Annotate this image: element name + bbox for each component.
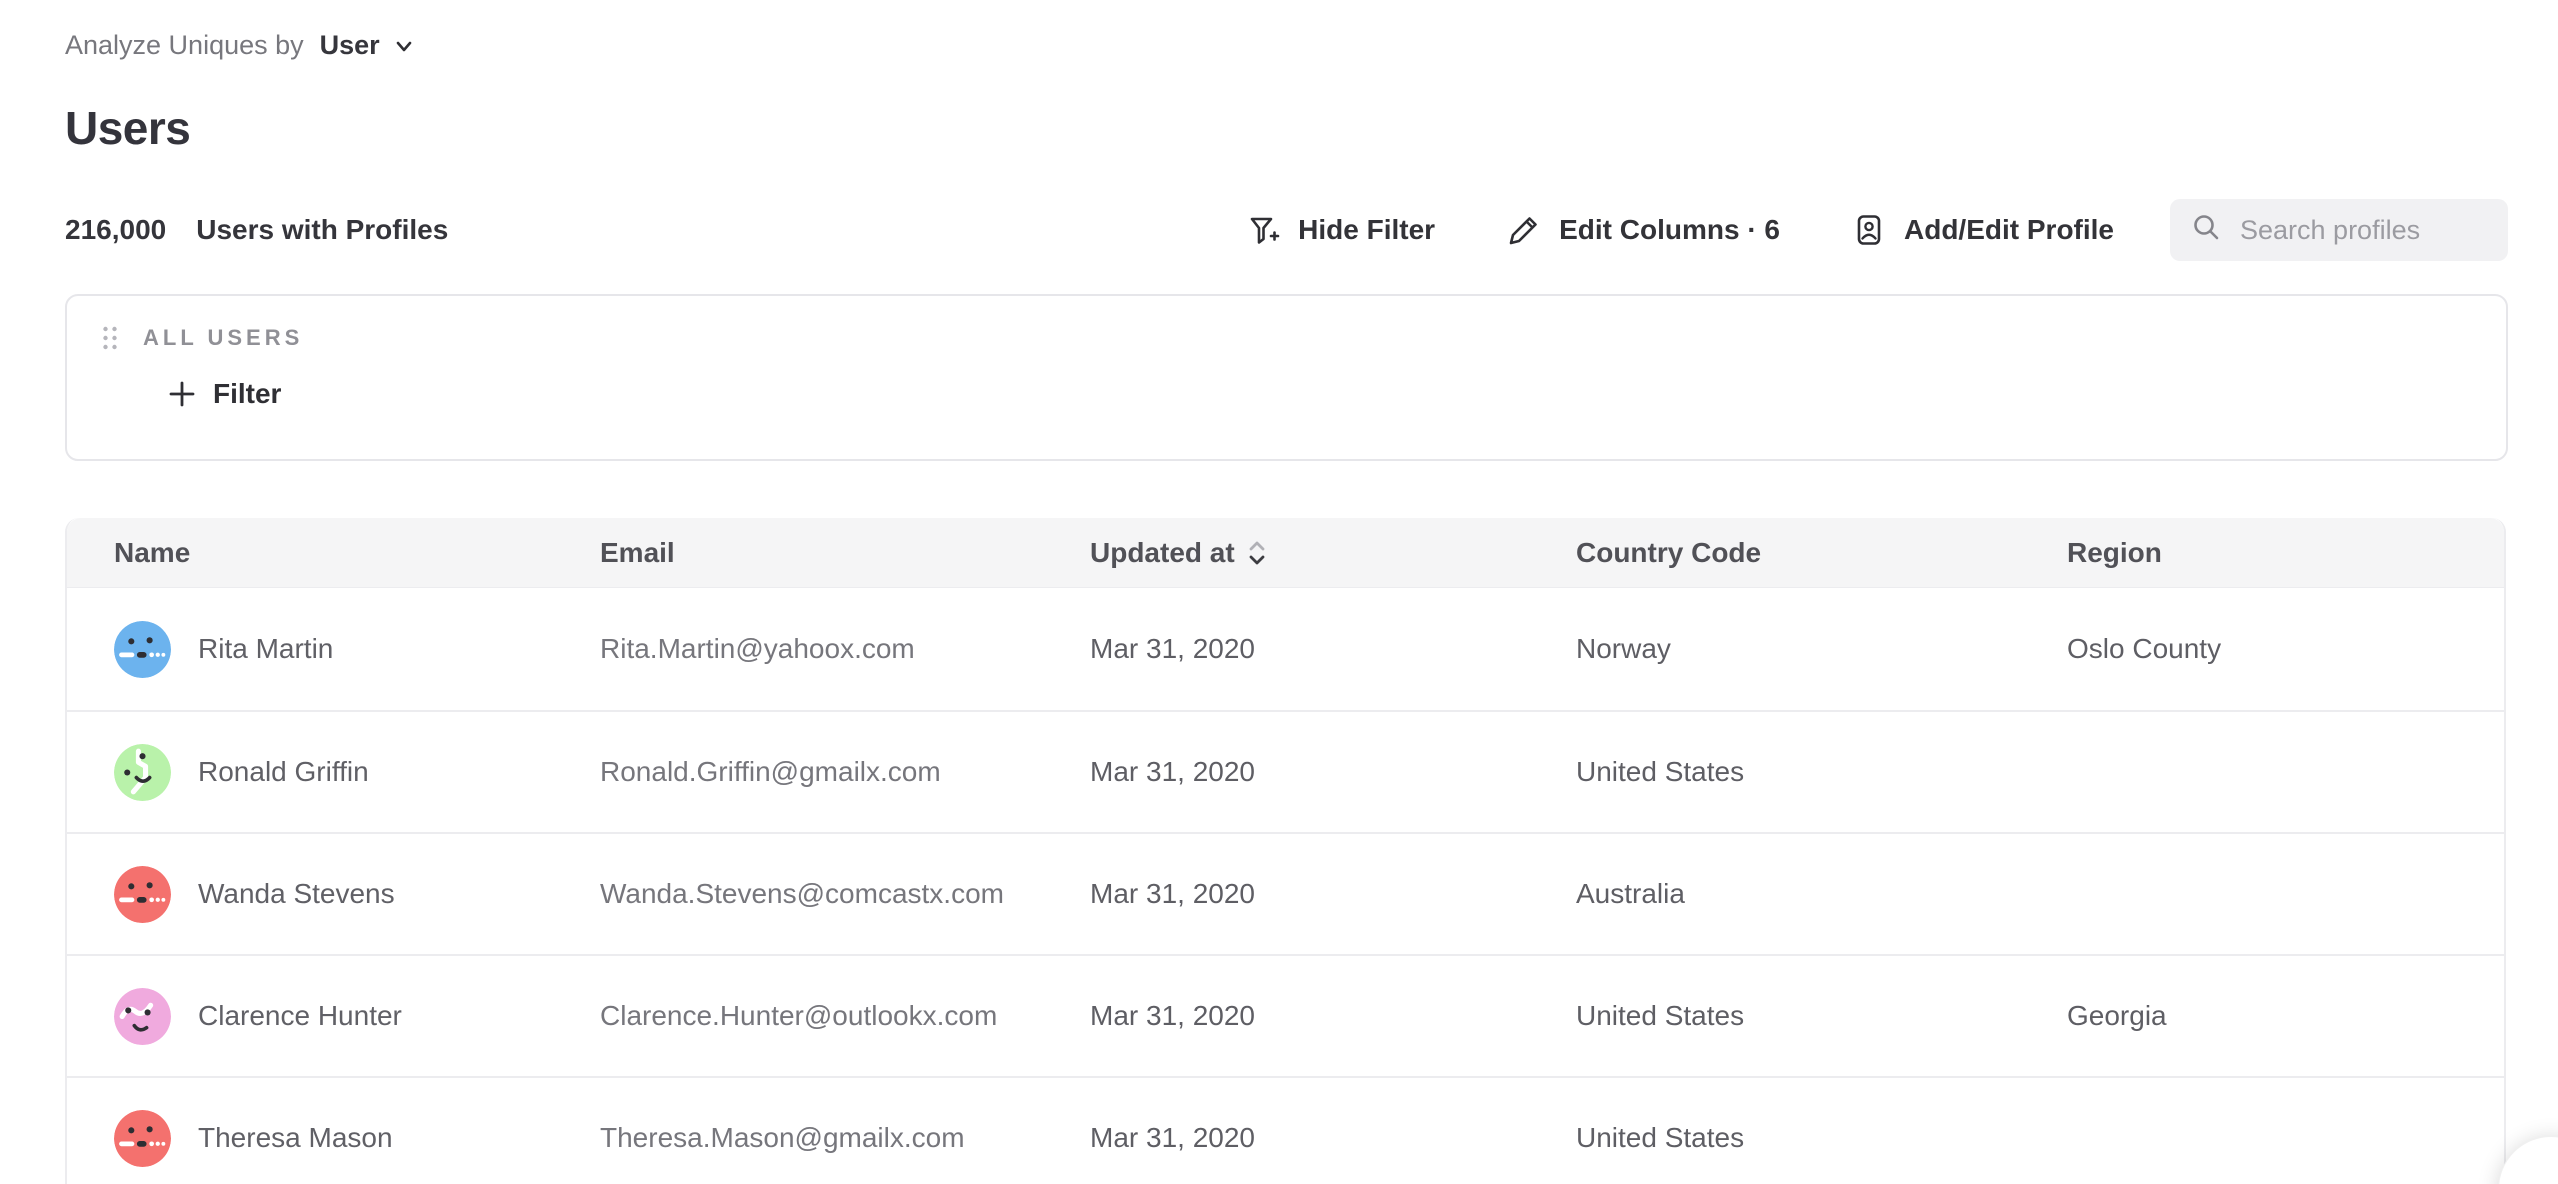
user-country: United States [1576, 756, 2067, 788]
profile-count-number: 216,000 [65, 214, 166, 246]
column-header-country-code[interactable]: Country Code [1576, 537, 2067, 569]
user-email: Rita.Martin@yahoox.com [600, 633, 1090, 665]
table-row[interactable]: Ronald Griffin Ronald.Griffin@gmailx.com… [67, 710, 2504, 832]
add-edit-profile-label: Add/Edit Profile [1904, 214, 2114, 246]
chevron-down-icon [392, 34, 416, 58]
profile-count-label: Users with Profiles [196, 214, 448, 246]
table-row[interactable]: Theresa Mason Theresa.Mason@gmailx.com M… [67, 1076, 2504, 1184]
table-header: Name Email Updated at Country Code Regio… [67, 518, 2504, 588]
user-region: Oslo County [2067, 633, 2504, 665]
filter-group-label: ALL USERS [143, 325, 303, 351]
add-edit-profile-button[interactable]: Add/Edit Profile [1852, 213, 2114, 247]
user-updated-at: Mar 31, 2020 [1090, 633, 1576, 665]
toolbar-actions: Hide Filter Edit Columns · 6 Add/Edit Pr… [1174, 199, 2508, 261]
plus-icon [167, 379, 197, 409]
user-name: Clarence Hunter [198, 1000, 402, 1032]
analyze-uniques-label: Analyze Uniques by [65, 30, 304, 61]
search-profiles-input[interactable] [2240, 215, 2490, 246]
controls-row: 216,000 Users with Profiles Hide Filter … [65, 199, 2508, 261]
column-header-region[interactable]: Region [2067, 537, 2504, 569]
edit-columns-label: Edit Columns · 6 [1559, 214, 1780, 246]
profile-count: 216,000 Users with Profiles [65, 214, 448, 246]
user-region: Georgia [2067, 1000, 2504, 1032]
user-updated-at: Mar 31, 2020 [1090, 1000, 1576, 1032]
analyze-by-value: User [320, 30, 380, 61]
avatar [114, 1110, 171, 1167]
column-header-email[interactable]: Email [600, 537, 1090, 569]
analyze-by-dropdown[interactable]: User [320, 30, 416, 61]
add-filter-button[interactable]: Filter [167, 378, 2506, 410]
user-country: United States [1576, 1122, 2067, 1154]
user-name-cell: Clarence Hunter [114, 988, 600, 1045]
avatar [114, 866, 171, 923]
user-name: Wanda Stevens [198, 878, 395, 910]
filter-card: ALL USERS Filter [65, 294, 2508, 461]
search-profiles-box[interactable] [2170, 199, 2508, 261]
page-title: Users [65, 101, 2508, 155]
user-name: Rita Martin [198, 633, 333, 665]
table-row[interactable]: Wanda Stevens Wanda.Stevens@comcastx.com… [67, 832, 2504, 954]
user-name: Theresa Mason [198, 1122, 393, 1154]
analyze-uniques-bar: Analyze Uniques by User [65, 30, 2508, 61]
drag-handle-icon[interactable] [101, 324, 119, 352]
edit-columns-button[interactable]: Edit Columns · 6 [1507, 213, 1780, 247]
user-updated-at: Mar 31, 2020 [1090, 878, 1576, 910]
funnel-plus-icon [1246, 213, 1280, 247]
add-filter-label: Filter [213, 378, 281, 410]
user-email: Wanda.Stevens@comcastx.com [600, 878, 1090, 910]
pencil-icon [1507, 213, 1541, 247]
user-name-cell: Rita Martin [114, 621, 600, 678]
user-country: Australia [1576, 878, 2067, 910]
user-email: Theresa.Mason@gmailx.com [600, 1122, 1090, 1154]
user-name-cell: Wanda Stevens [114, 866, 600, 923]
sort-icon [1247, 538, 1267, 568]
column-header-updated-at[interactable]: Updated at [1090, 537, 1576, 569]
hide-filter-label: Hide Filter [1298, 214, 1435, 246]
avatar [114, 988, 171, 1045]
avatar [114, 744, 171, 801]
profile-card-icon [1852, 213, 1886, 247]
users-table: Name Email Updated at Country Code Regio… [65, 518, 2506, 1184]
avatar [114, 621, 171, 678]
table-row[interactable]: Rita Martin Rita.Martin@yahoox.com Mar 3… [67, 588, 2504, 710]
user-country: United States [1576, 1000, 2067, 1032]
user-name: Ronald Griffin [198, 756, 369, 788]
user-updated-at: Mar 31, 2020 [1090, 756, 1576, 788]
user-email: Clarence.Hunter@outlookx.com [600, 1000, 1090, 1032]
user-email: Ronald.Griffin@gmailx.com [600, 756, 1090, 788]
column-header-name[interactable]: Name [114, 537, 600, 569]
search-icon [2190, 212, 2222, 249]
user-name-cell: Ronald Griffin [114, 744, 600, 801]
table-row[interactable]: Clarence Hunter Clarence.Hunter@outlookx… [67, 954, 2504, 1076]
hide-filter-button[interactable]: Hide Filter [1246, 213, 1435, 247]
user-name-cell: Theresa Mason [114, 1110, 600, 1167]
user-updated-at: Mar 31, 2020 [1090, 1122, 1576, 1154]
user-country: Norway [1576, 633, 2067, 665]
